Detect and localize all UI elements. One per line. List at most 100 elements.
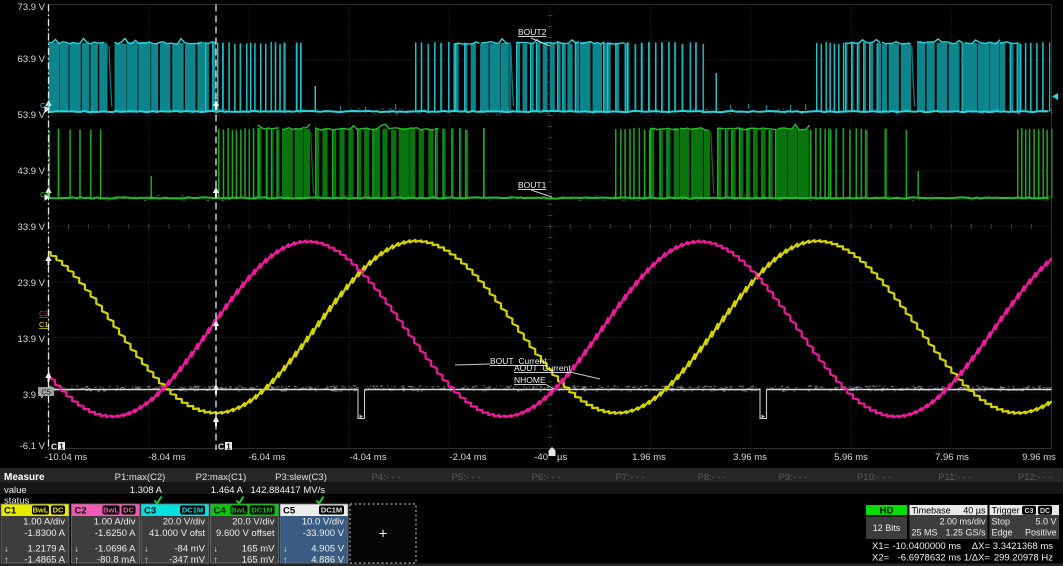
svg-text:53.9 V: 53.9 V: [18, 110, 46, 121]
svg-text:Measure: Measure: [4, 472, 45, 483]
svg-text:5.0 V: 5.0 V: [1035, 517, 1056, 527]
svg-text:↓: ↓: [283, 544, 288, 554]
svg-text:DC: DC: [1040, 508, 1050, 515]
svg-text:23.9 V: 23.9 V: [18, 278, 46, 289]
svg-text:7.96 ms: 7.96 ms: [935, 452, 969, 463]
svg-text:DC1M: DC1M: [182, 506, 203, 515]
svg-text:C: C: [218, 442, 224, 452]
svg-text:C4: C4: [214, 506, 227, 517]
svg-text:299.20978 Hz: 299.20978 Hz: [994, 553, 1053, 564]
svg-text:-6.6978632 ms: -6.6978632 ms: [898, 553, 962, 564]
svg-text:142.884417 MV/s: 142.884417 MV/s: [251, 485, 326, 496]
svg-text:P1:max(C2): P1:max(C2): [115, 472, 166, 483]
svg-text:↓: ↓: [214, 544, 219, 554]
svg-text:-2.04 ms: -2.04 ms: [450, 452, 487, 463]
svg-text:DC1M: DC1M: [251, 506, 272, 515]
svg-text:P10:- - -: P10:- - -: [857, 472, 891, 483]
svg-text:10.0 V/div: 10.0 V/div: [302, 517, 344, 528]
svg-text:1.308 A: 1.308 A: [130, 485, 163, 496]
svg-text:P7:- - -: P7:- - -: [615, 472, 644, 483]
svg-text:-10.04 ms: -10.04 ms: [45, 452, 87, 463]
svg-text:↑: ↑: [4, 555, 9, 565]
svg-text:P3:slew(C3): P3:slew(C3): [275, 472, 327, 483]
svg-text:DC1M: DC1M: [321, 506, 342, 515]
svg-text:ΔX=: ΔX=: [972, 541, 991, 552]
svg-text:C2: C2: [39, 309, 49, 318]
svg-text:P5:- - -: P5:- - -: [451, 472, 480, 483]
svg-text:3.96 ms: 3.96 ms: [733, 452, 767, 463]
svg-text:↑: ↑: [214, 555, 219, 565]
svg-text:-40: -40: [534, 452, 548, 463]
svg-text:25 MS: 25 MS: [912, 528, 938, 538]
svg-text:BwL: BwL: [231, 506, 247, 515]
svg-text:C1: C1: [4, 506, 17, 517]
svg-text:P9:- - -: P9:- - -: [778, 472, 807, 483]
svg-text:Edge: Edge: [992, 528, 1013, 538]
svg-text:value: value: [4, 485, 27, 496]
svg-text:1.00 A/div: 1.00 A/div: [94, 517, 136, 528]
svg-text:20.0 V/div: 20.0 V/div: [163, 517, 205, 528]
svg-text:Positive: Positive: [1025, 528, 1057, 538]
svg-text:9.600 V offset: 9.600 V offset: [216, 528, 275, 539]
svg-text:↓: ↓: [144, 544, 149, 554]
svg-text:P6:- - -: P6:- - -: [531, 472, 560, 483]
svg-text:C1: C1: [39, 320, 49, 329]
svg-text:20.0 V/div: 20.0 V/div: [232, 517, 274, 528]
svg-text:↓: ↓: [4, 544, 9, 554]
svg-text:C3: C3: [144, 506, 156, 517]
svg-text:33.9 V: 33.9 V: [18, 222, 46, 233]
svg-text:3.3421368 ms: 3.3421368 ms: [993, 541, 1053, 552]
svg-text:165 mV: 165 mV: [242, 544, 275, 555]
svg-text:↑: ↑: [144, 555, 149, 565]
svg-text:13.9 V: 13.9 V: [18, 334, 46, 345]
svg-text:C3: C3: [1025, 508, 1034, 515]
svg-text:AOUT_Current: AOUT_Current: [514, 363, 571, 373]
svg-text:X1=: X1=: [872, 541, 890, 552]
svg-text:P8:- - -: P8:- - -: [697, 472, 726, 483]
svg-text:73.9 V: 73.9 V: [18, 2, 46, 13]
svg-text:DC: DC: [53, 506, 64, 515]
svg-text:DC: DC: [123, 506, 134, 515]
svg-text:1.96 ms: 1.96 ms: [632, 452, 666, 463]
svg-text:4.905 V: 4.905 V: [311, 544, 344, 555]
svg-text:C2: C2: [75, 506, 87, 517]
svg-text:12 Bits: 12 Bits: [873, 523, 901, 533]
svg-text:63.9 V: 63.9 V: [18, 54, 46, 65]
svg-text:-1.8300 A: -1.8300 A: [24, 528, 65, 539]
svg-text:C5: C5: [283, 506, 296, 517]
svg-text:X2=: X2=: [872, 553, 890, 564]
svg-text:-1.6250 A: -1.6250 A: [95, 528, 136, 539]
svg-text:↓: ↓: [75, 544, 80, 554]
svg-text:BwL: BwL: [33, 506, 49, 515]
svg-text:-8.04 ms: -8.04 ms: [149, 452, 186, 463]
svg-text:-33.900 V: -33.900 V: [303, 528, 345, 539]
svg-text:NHOME: NHOME: [514, 375, 546, 385]
svg-text:Trigger: Trigger: [992, 506, 1020, 516]
svg-text:43.9 V: 43.9 V: [18, 166, 46, 177]
svg-text:↑: ↑: [75, 555, 80, 565]
svg-text:P4:- - -: P4:- - -: [371, 472, 400, 483]
svg-text:↑: ↑: [283, 555, 288, 565]
svg-text:Timebase: Timebase: [912, 506, 951, 516]
svg-text:C: C: [51, 442, 57, 452]
svg-text:5.96 ms: 5.96 ms: [834, 452, 868, 463]
svg-text:1.00 A/div: 1.00 A/div: [23, 517, 65, 528]
svg-text:9.96 ms: 9.96 ms: [1022, 452, 1056, 463]
svg-text:40 µs: 40 µs: [963, 506, 986, 516]
svg-text:-10.0400000 ms: -10.0400000 ms: [892, 541, 961, 552]
svg-text:P11:- - -: P11:- - -: [938, 472, 972, 483]
svg-text:2.00 ms/div: 2.00 ms/div: [939, 517, 986, 527]
svg-text:BwL: BwL: [103, 506, 119, 515]
svg-text:41.000 V ofst: 41.000 V ofst: [149, 528, 205, 539]
svg-text:µs: µs: [557, 452, 567, 463]
svg-text:1: 1: [59, 442, 64, 451]
svg-text:-6.1 V: -6.1 V: [20, 441, 46, 452]
svg-text:+: +: [379, 526, 388, 543]
svg-text:-4.04 ms: -4.04 ms: [350, 452, 387, 463]
svg-text:BOUT2: BOUT2: [518, 27, 547, 37]
svg-text:C5: C5: [41, 388, 51, 397]
svg-text:P12:- - -: P12:- - -: [1018, 472, 1052, 483]
svg-text:P2:max(C1): P2:max(C1): [196, 472, 247, 483]
svg-text:1: 1: [226, 442, 231, 451]
svg-text:1.25 GS/s: 1.25 GS/s: [945, 528, 986, 538]
